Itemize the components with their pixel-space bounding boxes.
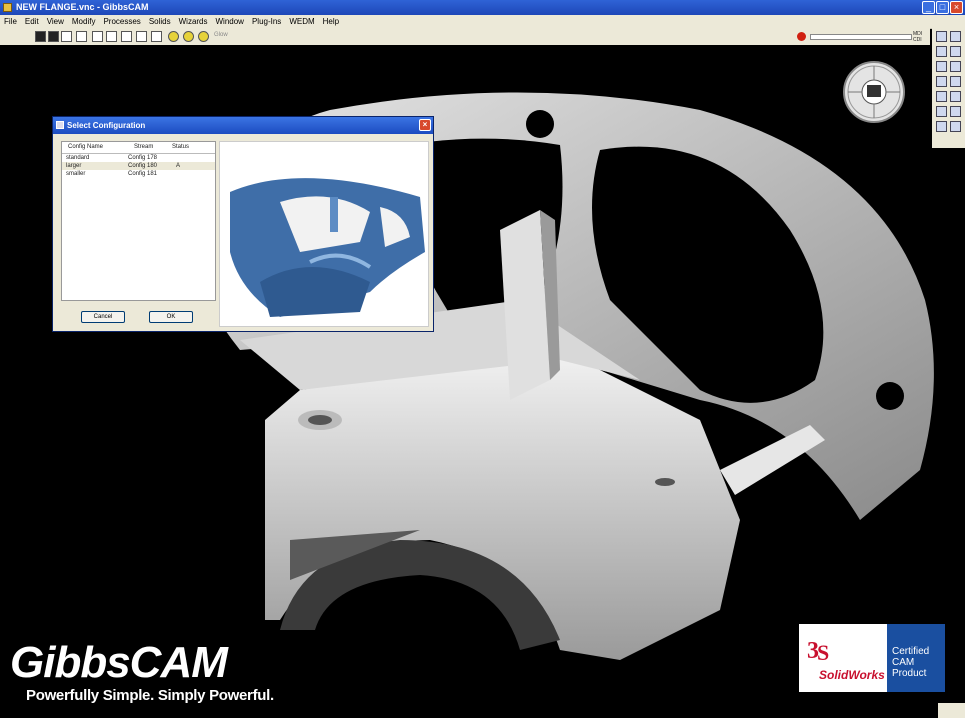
menu-view[interactable]: View <box>43 15 68 28</box>
svg-text:S: S <box>817 640 829 664</box>
main-toolbar: Glow MDI CDI <box>0 28 930 45</box>
pan-icon[interactable] <box>121 31 132 42</box>
dialog-icon <box>56 121 64 129</box>
logo-text: GibbsCAM <box>10 638 228 687</box>
geometry-icon[interactable] <box>936 46 947 57</box>
menu-wizards[interactable]: Wizards <box>175 15 212 28</box>
view-orientation-wheel[interactable] <box>843 61 905 123</box>
table-header: Config Name Stream Status <box>62 142 215 154</box>
column-config-name[interactable]: Config Name <box>68 144 103 150</box>
simulate-icon[interactable] <box>950 106 961 117</box>
process-icon[interactable] <box>936 76 947 87</box>
table-row[interactable]: smaller Config 181 <box>62 170 215 178</box>
menu-bar: File Edit View Modify Processes Solids Wizards… <box>0 15 965 29</box>
minimize-button[interactable]: _ <box>922 1 935 14</box>
menu-window[interactable]: Window <box>212 15 248 28</box>
row-stream: Config 180 <box>128 163 158 169</box>
menu-modify[interactable]: Modify <box>68 15 100 28</box>
status-corner <box>938 703 965 718</box>
stop-icon[interactable] <box>797 32 806 41</box>
gibbscam-logo: GibbsCAM <box>10 638 228 688</box>
menu-help[interactable]: Help <box>319 15 343 28</box>
configuration-preview <box>219 141 429 327</box>
row-stream: Config 181 <box>128 171 158 177</box>
machine-icon[interactable] <box>936 106 947 117</box>
row-name: standard <box>66 155 90 161</box>
post-icon[interactable] <box>936 121 947 132</box>
close-button[interactable]: × <box>950 1 963 14</box>
front-view-icon[interactable] <box>48 31 59 42</box>
render-panel-icon[interactable] <box>936 91 947 102</box>
mdi-indicator: MDI CDI <box>913 31 922 43</box>
render-icon[interactable] <box>183 31 194 42</box>
iso-view-icon[interactable] <box>61 31 72 42</box>
solidworks-certified-badge: 3 S SolidWorks Certified CAM Product <box>799 624 945 692</box>
badge-brand: SolidWorks <box>819 668 885 682</box>
row-name: smaller <box>66 171 86 177</box>
tool-icon[interactable] <box>950 61 961 72</box>
menu-wedm[interactable]: WEDM <box>285 15 318 28</box>
grid-icon[interactable] <box>136 31 147 42</box>
curve-icon[interactable] <box>950 46 961 57</box>
badge-text: Certified CAM Product <box>887 624 945 692</box>
column-stream[interactable]: Stream <box>134 144 153 150</box>
select-configuration-dialog: Select Configuration × Config Name Strea… <box>52 116 434 332</box>
title-bar[interactable]: NEW FLANGE.vnc - GibbsCAM _ □ × <box>0 0 965 15</box>
maximize-button[interactable]: □ <box>936 1 949 14</box>
table-row[interactable]: standard Config 178 <box>62 154 215 162</box>
menu-solids[interactable]: Solids <box>145 15 175 28</box>
progress-bar <box>810 34 912 40</box>
menu-plug-ins[interactable]: Plug-Ins <box>248 15 285 28</box>
ok-button[interactable]: OK <box>149 311 193 323</box>
row-stream: Config 178 <box>128 155 158 161</box>
table-row[interactable]: larger Config 180 A <box>62 162 215 170</box>
window-title: NEW FLANGE.vnc - GibbsCAM <box>16 2 149 12</box>
wireframe-icon[interactable] <box>151 31 162 42</box>
copy-icon[interactable] <box>950 31 961 42</box>
new-file-icon[interactable] <box>936 31 947 42</box>
cut-icon[interactable] <box>950 76 961 87</box>
orientation-cube-icon <box>847 65 901 119</box>
dialog-title-bar[interactable]: Select Configuration × <box>53 117 433 134</box>
workgroup-icon[interactable] <box>950 91 961 102</box>
cube-view-icon[interactable] <box>76 31 87 42</box>
menu-edit[interactable]: Edit <box>21 15 43 28</box>
row-status: A <box>176 163 181 169</box>
part-preview-image <box>230 178 425 317</box>
cancel-button[interactable]: Cancel <box>81 311 125 323</box>
right-toolbar <box>932 28 965 148</box>
configuration-table[interactable]: Config Name Stream Status standard Confi… <box>61 141 216 301</box>
cdi-label: CDI <box>913 37 922 43</box>
top-view-icon[interactable] <box>35 31 46 42</box>
solid-icon[interactable] <box>936 61 947 72</box>
menu-processes[interactable]: Processes <box>99 15 144 28</box>
glow-icon[interactable] <box>198 31 209 42</box>
shaded-icon[interactable] <box>168 31 179 42</box>
glow-label: Glow <box>214 32 228 38</box>
solidworks-logo-icon: 3 S <box>807 638 829 664</box>
menu-file[interactable]: File <box>0 15 21 28</box>
part-viewport[interactable] <box>0 0 965 718</box>
tagline: Powerfully Simple. Simply Powerful. <box>26 687 274 704</box>
fit-view-icon[interactable] <box>92 31 103 42</box>
dialog-title: Select Configuration <box>67 121 146 130</box>
dialog-close-button[interactable]: × <box>419 119 431 131</box>
column-status[interactable]: Status <box>172 144 189 150</box>
row-name: larger <box>66 163 82 169</box>
report-icon[interactable] <box>950 121 961 132</box>
gibbscam-app-icon[interactable] <box>3 3 12 12</box>
zoom-icon[interactable] <box>106 31 117 42</box>
